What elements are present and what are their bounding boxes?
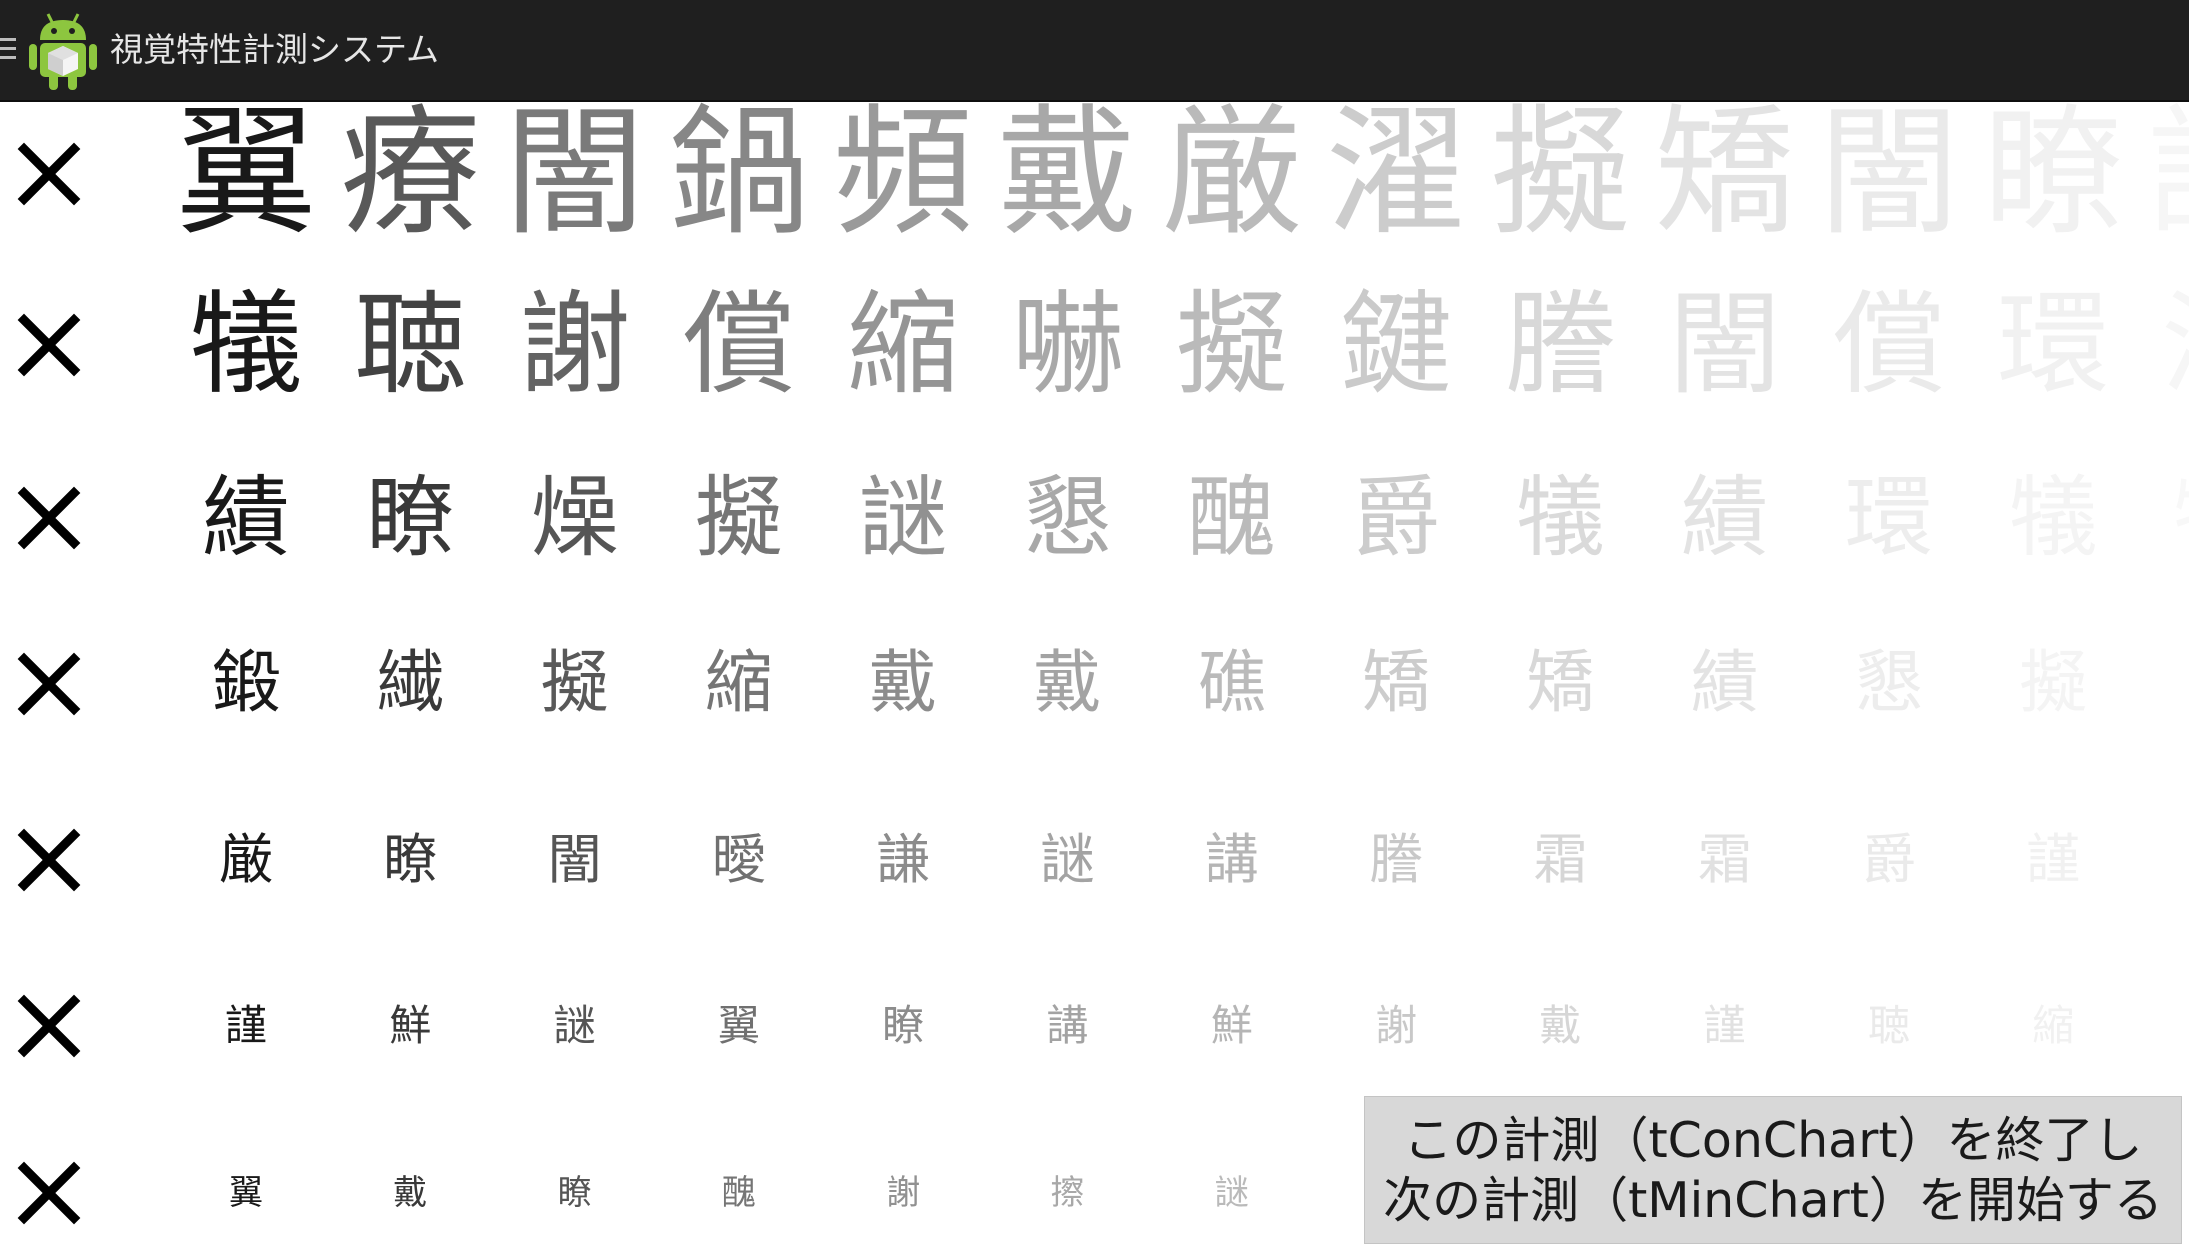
chart-character: 醜 <box>721 1173 756 1213</box>
chart-character: 聴 <box>1867 1001 1911 1050</box>
chart-character: 醜 <box>1187 466 1276 569</box>
chart-character: 爵 <box>1862 828 1916 891</box>
chart-character: 謎 <box>859 466 948 569</box>
chart-character: 鍋 <box>668 92 809 255</box>
chart-character: 鮮 <box>1210 1001 1253 1050</box>
chart-character: 療 <box>340 92 481 255</box>
finish-button-line2: 次の計測（tMinChart）を開始する <box>1383 1172 2163 1229</box>
chart-character: 戴 <box>869 644 938 723</box>
chart-character: 犠 <box>1516 466 1605 569</box>
chart-character: 講 <box>1204 828 1259 891</box>
chart-character: 擬 <box>2019 644 2088 723</box>
chart-character: 戴 <box>997 92 1138 255</box>
chart-character: 鍵 <box>1340 280 1453 410</box>
chart-character: 績 <box>1690 644 1759 723</box>
chart-character: 濯 <box>1326 92 1467 255</box>
chart-character: 翼 <box>717 1001 760 1050</box>
chart-character: 環 <box>1844 466 1934 569</box>
chart-character: 瞭 <box>882 1001 925 1050</box>
x-mark-icon[interactable] <box>14 991 84 1061</box>
x-mark-icon[interactable] <box>14 1158 84 1228</box>
chart-character: 矯 <box>1362 644 1431 723</box>
x-mark-icon[interactable] <box>14 825 84 895</box>
chart-character: 曖 <box>711 828 766 891</box>
chart-character: 戴 <box>1539 1001 1582 1050</box>
chart-character: 闇 <box>1818 92 1960 255</box>
chart-character: 聴 <box>354 280 467 410</box>
android-robot-icon[interactable] <box>26 10 100 92</box>
app-title: 視覚特性計測システム <box>110 30 440 69</box>
chart-character: 瞭 <box>557 1173 592 1213</box>
chart-character: 厳 <box>1161 92 1302 255</box>
chart-character: 擬 <box>1175 280 1288 410</box>
chart-character: 爵 <box>1352 466 1441 569</box>
chart-character: 謝 <box>886 1173 921 1213</box>
chart-character: 瞭 <box>366 466 455 569</box>
chart-character: 翼 <box>175 92 317 255</box>
chart-character: 謄 <box>1369 828 1424 891</box>
chart-character: 犠 <box>190 280 302 410</box>
chart-character: 犠 <box>2174 474 2189 562</box>
chart-character: 謄 <box>1504 280 1617 410</box>
x-mark-icon[interactable] <box>14 310 84 380</box>
chart-character: 謙 <box>876 828 931 891</box>
chart-character: 講 <box>1046 1001 1089 1050</box>
x-mark-icon[interactable] <box>14 139 84 209</box>
chart-character: 翼 <box>229 1173 263 1213</box>
chart-character: 償 <box>682 280 795 410</box>
chart-character: 謎 <box>1040 828 1095 891</box>
chart-character: 擦 <box>1050 1173 1085 1213</box>
chart-character: 矯 <box>1654 92 1795 255</box>
chart-character: 闇 <box>547 828 602 891</box>
chart-character: 縮 <box>2032 1001 2075 1050</box>
chart-character: 瞭 <box>383 828 438 891</box>
action-bar: 視覚特性計測システム <box>0 0 2189 102</box>
finish-measurement-button[interactable]: この計測（tConChart）を終了し 次の計測（tMinChart）を開始する <box>1364 1096 2182 1244</box>
chart-character: 謝 <box>518 280 631 410</box>
chart-character: 戴 <box>1033 644 1102 723</box>
chart-character: 濯 <box>2162 289 2189 401</box>
chart-character: 謝 <box>1375 1001 1418 1050</box>
chart-character: 霜 <box>1533 828 1588 891</box>
chart-character: 擬 <box>540 644 609 723</box>
chart-character: 環 <box>1997 280 2110 410</box>
chart-character: 謹 <box>2026 828 2081 891</box>
chart-character: 績 <box>201 466 291 569</box>
chart-character: 鍛 <box>211 644 281 723</box>
chart-character: 擬 <box>694 466 783 569</box>
chart-character: 詳 <box>2148 104 2189 244</box>
chart-character: 厳 <box>219 828 273 891</box>
chart-character: 礁 <box>1197 644 1266 723</box>
finish-button-line1: この計測（tConChart）を終了し <box>1403 1112 2143 1169</box>
chart-character: 謹 <box>1703 1001 1746 1050</box>
chart-character: 闇 <box>504 92 645 255</box>
chart-character: 績 <box>1680 466 1769 569</box>
chart-character: 瞭 <box>1983 92 2124 255</box>
chart-character: 懇 <box>1023 466 1112 569</box>
chart-character: 縮 <box>704 644 773 723</box>
chart-character: 鮮 <box>389 1001 432 1050</box>
chart-character: 謎 <box>1214 1173 1249 1213</box>
chart-character: 犠 <box>2009 466 2098 569</box>
chart-character: 繊 <box>376 644 445 723</box>
x-mark-icon[interactable] <box>14 649 84 719</box>
hamburger-menu-icon[interactable] <box>0 38 16 62</box>
chart-character: 懇 <box>1854 644 1924 723</box>
chart-character: 闇 <box>1668 280 1781 410</box>
chart-character: 霜 <box>1697 828 1752 891</box>
chart-character: 擬 <box>1490 92 1631 255</box>
chart-character: 縮 <box>847 280 960 410</box>
chart-character: 謹 <box>224 1001 268 1050</box>
chart-character: 償 <box>1833 280 1945 410</box>
chart-character: 嚇 <box>1011 280 1124 410</box>
chart-character: 頻 <box>833 92 974 255</box>
chart-character: 矯 <box>1526 644 1595 723</box>
chart-character: 戴 <box>393 1173 428 1213</box>
chart-area: 翼療闇鍋頻戴厳濯擬矯闇瞭詳犠聴謝償縮嚇擬鍵謄闇償環濯績瞭燥擬謎懇醜爵犠績環犠犠鍛… <box>0 102 2189 1250</box>
x-mark-icon[interactable] <box>14 483 84 553</box>
chart-character: 燥 <box>530 466 619 569</box>
chart-character: 謎 <box>553 1001 596 1050</box>
